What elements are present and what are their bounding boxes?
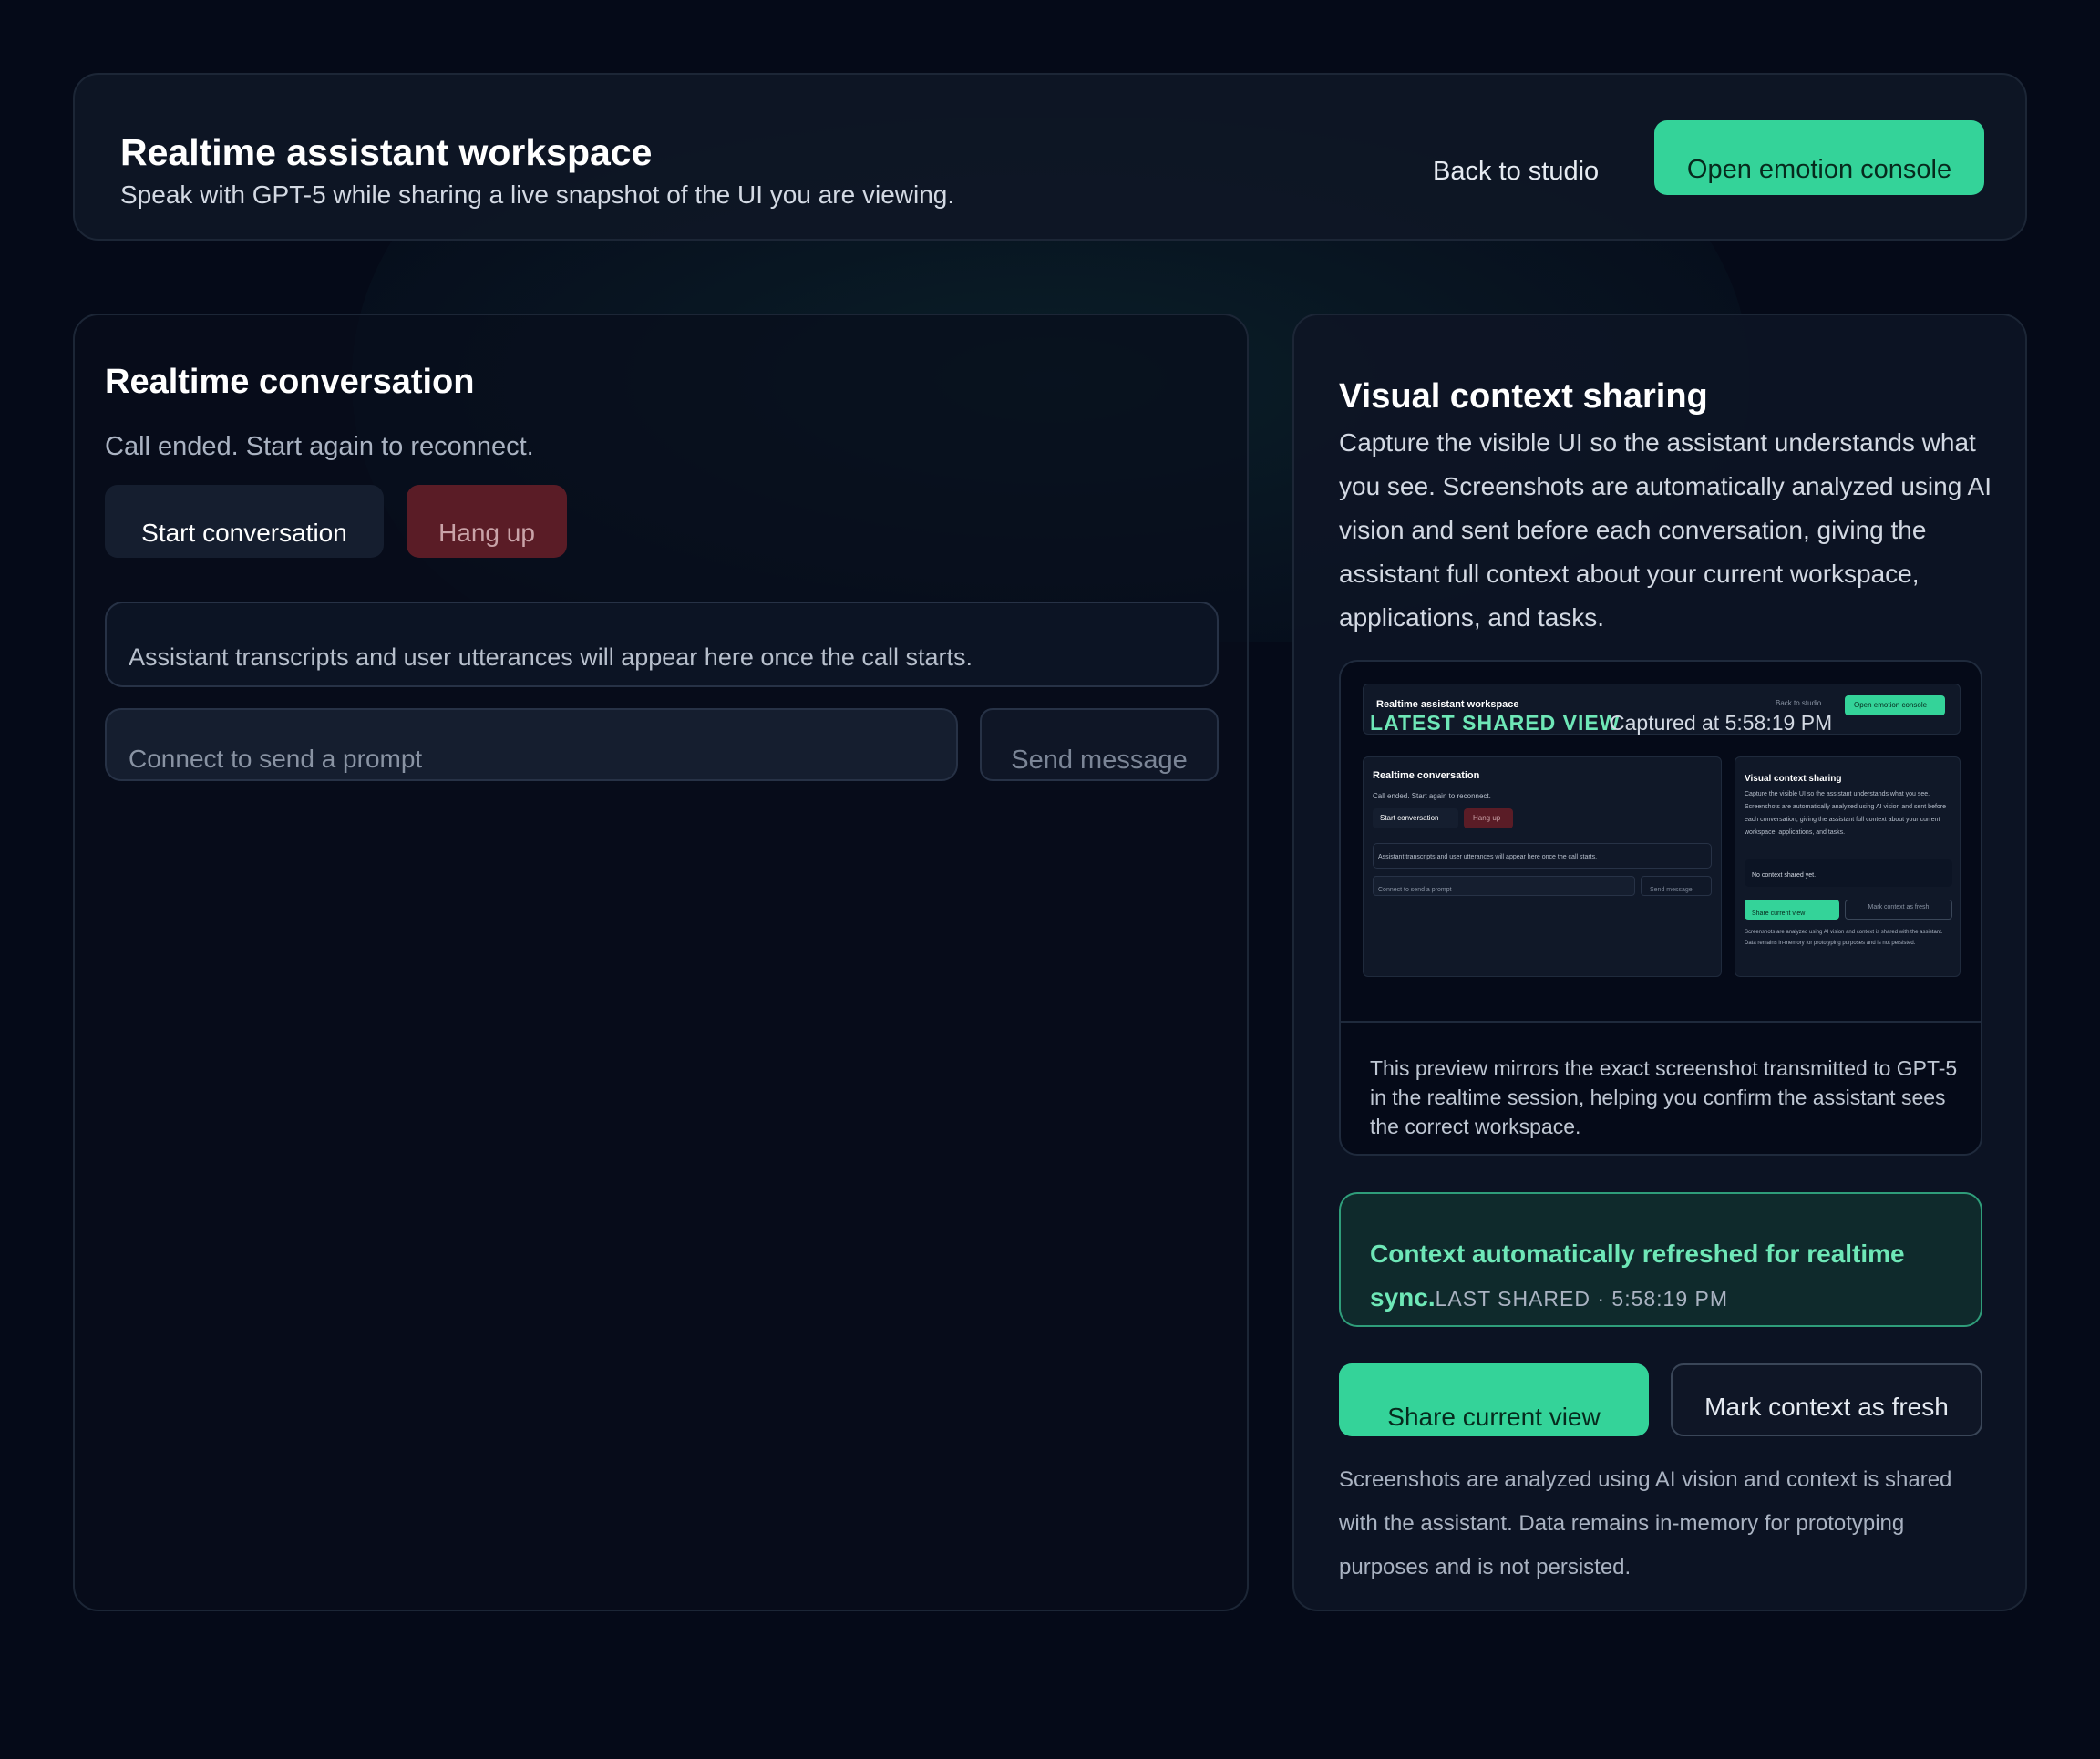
preview-caption: This preview mirrors the exact screensho… — [1370, 1056, 1958, 1138]
mini-title: Realtime assistant workspace — [1376, 699, 1519, 710]
start-conversation-button[interactable]: Start conversation — [105, 485, 384, 558]
transcript-placeholder: Assistant transcripts and user utterance… — [129, 643, 973, 671]
mini-fresh-label: Mark context as fresh — [1868, 904, 1930, 910]
conversation-title: Realtime conversation — [105, 363, 475, 401]
mini-visual-title: Visual context sharing — [1745, 774, 1842, 784]
mini-transcript-text: Assistant transcripts and user utterance… — [1378, 854, 1598, 860]
share-current-view-button[interactable]: Share current view — [1339, 1363, 1649, 1436]
hang-up-button[interactable]: Hang up — [407, 485, 567, 558]
mini-visual-panel: Visual context sharing Capture the visib… — [1735, 756, 1961, 977]
prompt-input[interactable]: Connect to send a prompt — [105, 708, 958, 781]
mini-back-link: Back to studio — [1776, 699, 1822, 707]
privacy-footnote: Screenshots are analyzed using AI vision… — [1339, 1467, 1952, 1579]
mini-conversation-title: Realtime conversation — [1373, 770, 1480, 781]
context-status-text: Context automatically refreshed for real… — [1370, 1232, 1962, 1321]
transcript-area: Assistant transcripts and user utterance… — [105, 602, 1219, 687]
visual-context-title: Visual context sharing — [1339, 377, 1708, 416]
open-emotion-console-button[interactable]: Open emotion console — [1654, 120, 1984, 195]
mini-no-context: No context shared yet. — [1752, 872, 1817, 879]
captured-timestamp: Captured at 5:58:19 PM — [1610, 711, 1833, 735]
mini-start-label: Start conversation — [1380, 814, 1439, 822]
conversation-panel: Realtime conversation Call ended. Start … — [73, 314, 1249, 1611]
mini-visual-description: Capture the visible UI so the assistant … — [1745, 791, 1947, 836]
mini-hangup-label: Hang up — [1473, 814, 1501, 822]
latest-shared-view-label: LATEST SHARED VIEW — [1370, 711, 1621, 735]
mini-prompt-placeholder: Connect to send a prompt — [1378, 887, 1452, 893]
context-status-banner: Context automatically refreshed for real… — [1339, 1192, 1982, 1327]
page-subtitle: Speak with GPT-5 while sharing a live sn… — [120, 180, 955, 209]
mark-context-fresh-button[interactable]: Mark context as fresh — [1671, 1363, 1982, 1436]
mini-emotion-label: Open emotion console — [1854, 701, 1928, 709]
latest-shared-view-card: Realtime assistant workspace Back to stu… — [1339, 660, 1982, 1156]
back-to-studio-link[interactable]: Back to studio — [1433, 157, 1599, 187]
mini-send-label: Send message — [1650, 887, 1693, 893]
mini-footnote: Screenshots are analyzed using AI vision… — [1745, 930, 1943, 946]
shared-screenshot-preview: Realtime assistant workspace Back to stu… — [1341, 662, 1981, 1023]
mini-call-status: Call ended. Start again to reconnect. — [1373, 792, 1491, 800]
visual-context-panel: Visual context sharing Capture the visib… — [1292, 314, 2027, 1611]
mini-share-label: Share current view — [1752, 910, 1806, 917]
mini-conversation-panel: Realtime conversation Call ended. Start … — [1363, 756, 1722, 977]
workspace-header: Realtime assistant workspace Speak with … — [73, 73, 2027, 241]
last-shared-time: LAST SHARED · 5:58:19 PM — [1435, 1287, 1729, 1311]
page-title: Realtime assistant workspace — [120, 131, 653, 173]
visual-context-description: Capture the visible UI so the assistant … — [1339, 428, 1992, 632]
call-status: Call ended. Start again to reconnect. — [105, 432, 534, 461]
send-message-button[interactable]: Send message — [980, 708, 1219, 781]
